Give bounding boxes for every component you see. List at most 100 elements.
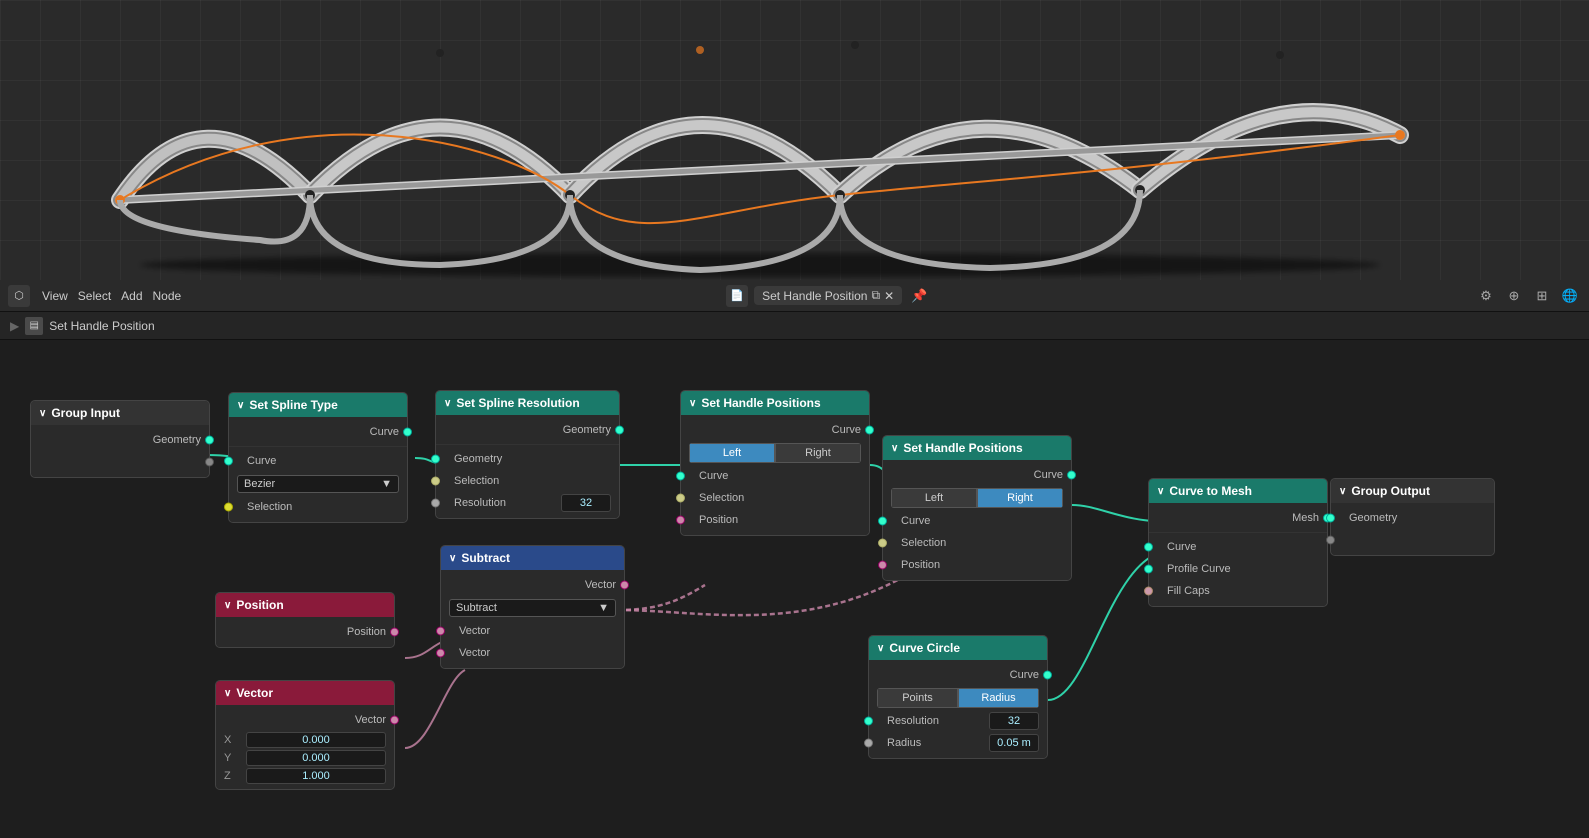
curve-circle-mode-group[interactable]: Points Radius — [877, 688, 1039, 708]
toolbar-menu: View Select Add Node — [42, 289, 181, 303]
socket-in — [431, 499, 440, 508]
socket-in — [878, 561, 887, 570]
subtract-dropdown[interactable]: Subtract ▼ — [449, 599, 616, 617]
node-position-body: Position — [216, 617, 394, 647]
handle-type-group[interactable]: Left Right — [689, 443, 861, 463]
node-row: Curve — [883, 510, 1071, 532]
socket-out — [615, 426, 624, 435]
node-curve-to-mesh-header: ∨ Curve to Mesh — [1149, 479, 1327, 503]
node-vector-body: Vector X 0.000 Y 0.000 Z 1.000 — [216, 705, 394, 789]
node-row: Selection — [883, 532, 1071, 554]
node-row: Vector — [441, 620, 624, 642]
toolbar-center: 📄 Set Handle Position ⧉ ✕ 📌 — [193, 285, 1463, 307]
node-row: Curve — [883, 464, 1071, 486]
socket-in — [1144, 543, 1153, 552]
socket-in — [224, 503, 233, 512]
node-set-spline-resolution-header: ∨ Set Spline Resolution — [436, 391, 619, 415]
node-group-input[interactable]: ∨ Group Input Geometry — [30, 400, 210, 478]
node-row: Geometry — [1331, 507, 1494, 529]
node-row: Curve — [681, 465, 869, 487]
node-set-handle-positions-1-header: ∨ Set Handle Positions — [681, 391, 869, 415]
node-position-header: ∨ Position — [216, 593, 394, 617]
handle-type-group-2[interactable]: Left Right — [891, 488, 1063, 508]
node-subtract[interactable]: ∨ Subtract Vector Subtract ▼ Vector — [440, 545, 625, 669]
menu-add[interactable]: Add — [121, 289, 142, 303]
3d-viewport[interactable] — [0, 0, 1589, 280]
spline-type-dropdown[interactable]: Bezier ▼ — [237, 475, 399, 493]
node-curve-circle-header: ∨ Curve Circle — [869, 636, 1047, 660]
socket-out — [390, 628, 399, 637]
node-set-handle-positions-2-title: Set Handle Positions — [903, 441, 1022, 455]
gizmo-icon[interactable]: ⊞ — [1531, 285, 1553, 307]
node-set-handle-positions-1[interactable]: ∨ Set Handle Positions Curve Left Right … — [680, 390, 870, 536]
node-editor-toolbar: ⬡ View Select Add Node 📄 Set Handle Posi… — [0, 280, 1589, 312]
radius-btn[interactable]: Radius — [958, 688, 1039, 708]
node-set-handle-positions-1-body: Curve Left Right Curve Selection P — [681, 415, 869, 535]
node-row: Curve — [229, 421, 407, 443]
socket-empty-out — [205, 458, 214, 467]
socket-in — [864, 717, 873, 726]
socket-out — [1067, 471, 1076, 480]
chevron-icon: ∨ — [39, 408, 46, 419]
node-curve-circle-title: Curve Circle — [889, 641, 960, 655]
node-row: Selection — [229, 496, 407, 518]
overlay-icon[interactable]: ⊕ — [1503, 285, 1525, 307]
node-canvas[interactable]: ∨ Group Input Geometry ∨ Set Spline Type — [0, 340, 1589, 838]
node-set-spline-resolution-body: Geometry Geometry Selection Resolution 3… — [436, 415, 619, 518]
copy-icon[interactable]: ⧉ — [871, 288, 880, 303]
node-group-output[interactable]: ∨ Group Output Geometry — [1330, 478, 1495, 556]
world-icon[interactable]: 🌐 — [1559, 285, 1581, 307]
socket-out — [1043, 671, 1052, 680]
menu-node[interactable]: Node — [153, 289, 182, 303]
node-curve-circle-body: Curve Points Radius Resolution 32 Radius… — [869, 660, 1047, 758]
editor-type-icon[interactable]: ⬡ — [8, 285, 30, 307]
node-row-empty — [1331, 529, 1494, 551]
node-vector[interactable]: ∨ Vector Vector X 0.000 Y 0.000 Z — [215, 680, 395, 790]
y-row: Y 0.000 — [216, 749, 394, 767]
node-set-spline-resolution-title: Set Spline Resolution — [456, 396, 579, 410]
node-position[interactable]: ∨ Position Position — [215, 592, 395, 648]
socket-in — [431, 477, 440, 486]
node-group-icon: ▤ — [25, 317, 43, 335]
node-row: Position — [681, 509, 869, 531]
socket-in — [1144, 587, 1153, 596]
node-row: Vector — [216, 709, 394, 731]
right-btn[interactable]: Right — [775, 443, 861, 463]
node-curve-to-mesh-title: Curve to Mesh — [1169, 484, 1252, 498]
node-row: Geometry — [31, 429, 209, 451]
node-set-spline-type[interactable]: ∨ Set Spline Type Curve Curve Bezier ▼ — [228, 392, 408, 523]
socket-in — [436, 627, 445, 636]
node-set-spline-resolution[interactable]: ∨ Set Spline Resolution Geometry Geometr… — [435, 390, 620, 519]
node-row: Vector — [441, 574, 624, 596]
node-row: Curve — [681, 419, 869, 441]
node-group-input-body: Geometry — [31, 425, 209, 477]
left-btn[interactable]: Left — [689, 443, 775, 463]
node-group-input-header: ∨ Group Input — [31, 401, 209, 425]
socket-in — [878, 539, 887, 548]
toolbar-right: ⚙ ⊕ ⊞ 🌐 — [1475, 285, 1581, 307]
node-editor: ⬡ View Select Add Node 📄 Set Handle Posi… — [0, 280, 1589, 838]
right-btn-2[interactable]: Right — [977, 488, 1063, 508]
pin-icon[interactable]: 📌 — [908, 285, 930, 307]
node-group-output-body: Geometry — [1331, 503, 1494, 555]
node-set-handle-positions-2[interactable]: ∨ Set Handle Positions Curve Left Right … — [882, 435, 1072, 581]
z-row: Z 1.000 — [216, 767, 394, 785]
left-btn-2[interactable]: Left — [891, 488, 977, 508]
node-row: Fill Caps — [1149, 580, 1327, 602]
settings-icon[interactable]: ⚙ — [1475, 285, 1497, 307]
menu-select[interactable]: Select — [78, 289, 111, 303]
resolution-row: Resolution 32 — [869, 710, 1047, 732]
node-curve-to-mesh[interactable]: ∨ Curve to Mesh Mesh Curve Profile Curve — [1148, 478, 1328, 607]
node-curve-circle[interactable]: ∨ Curve Circle Curve Points Radius Resol… — [868, 635, 1048, 759]
node-set-spline-type-title: Set Spline Type — [249, 398, 337, 412]
socket-in — [878, 517, 887, 526]
node-row: Selection — [681, 487, 869, 509]
socket-in — [224, 457, 233, 466]
doc-icon[interactable]: 📄 — [726, 285, 748, 307]
menu-view[interactable]: View — [42, 289, 68, 303]
node-set-spline-type-header: ∨ Set Spline Type — [229, 393, 407, 417]
close-icon[interactable]: ✕ — [884, 289, 894, 303]
node-row: Curve — [869, 664, 1047, 686]
points-btn[interactable]: Points — [877, 688, 958, 708]
node-row: Selection — [436, 470, 619, 492]
